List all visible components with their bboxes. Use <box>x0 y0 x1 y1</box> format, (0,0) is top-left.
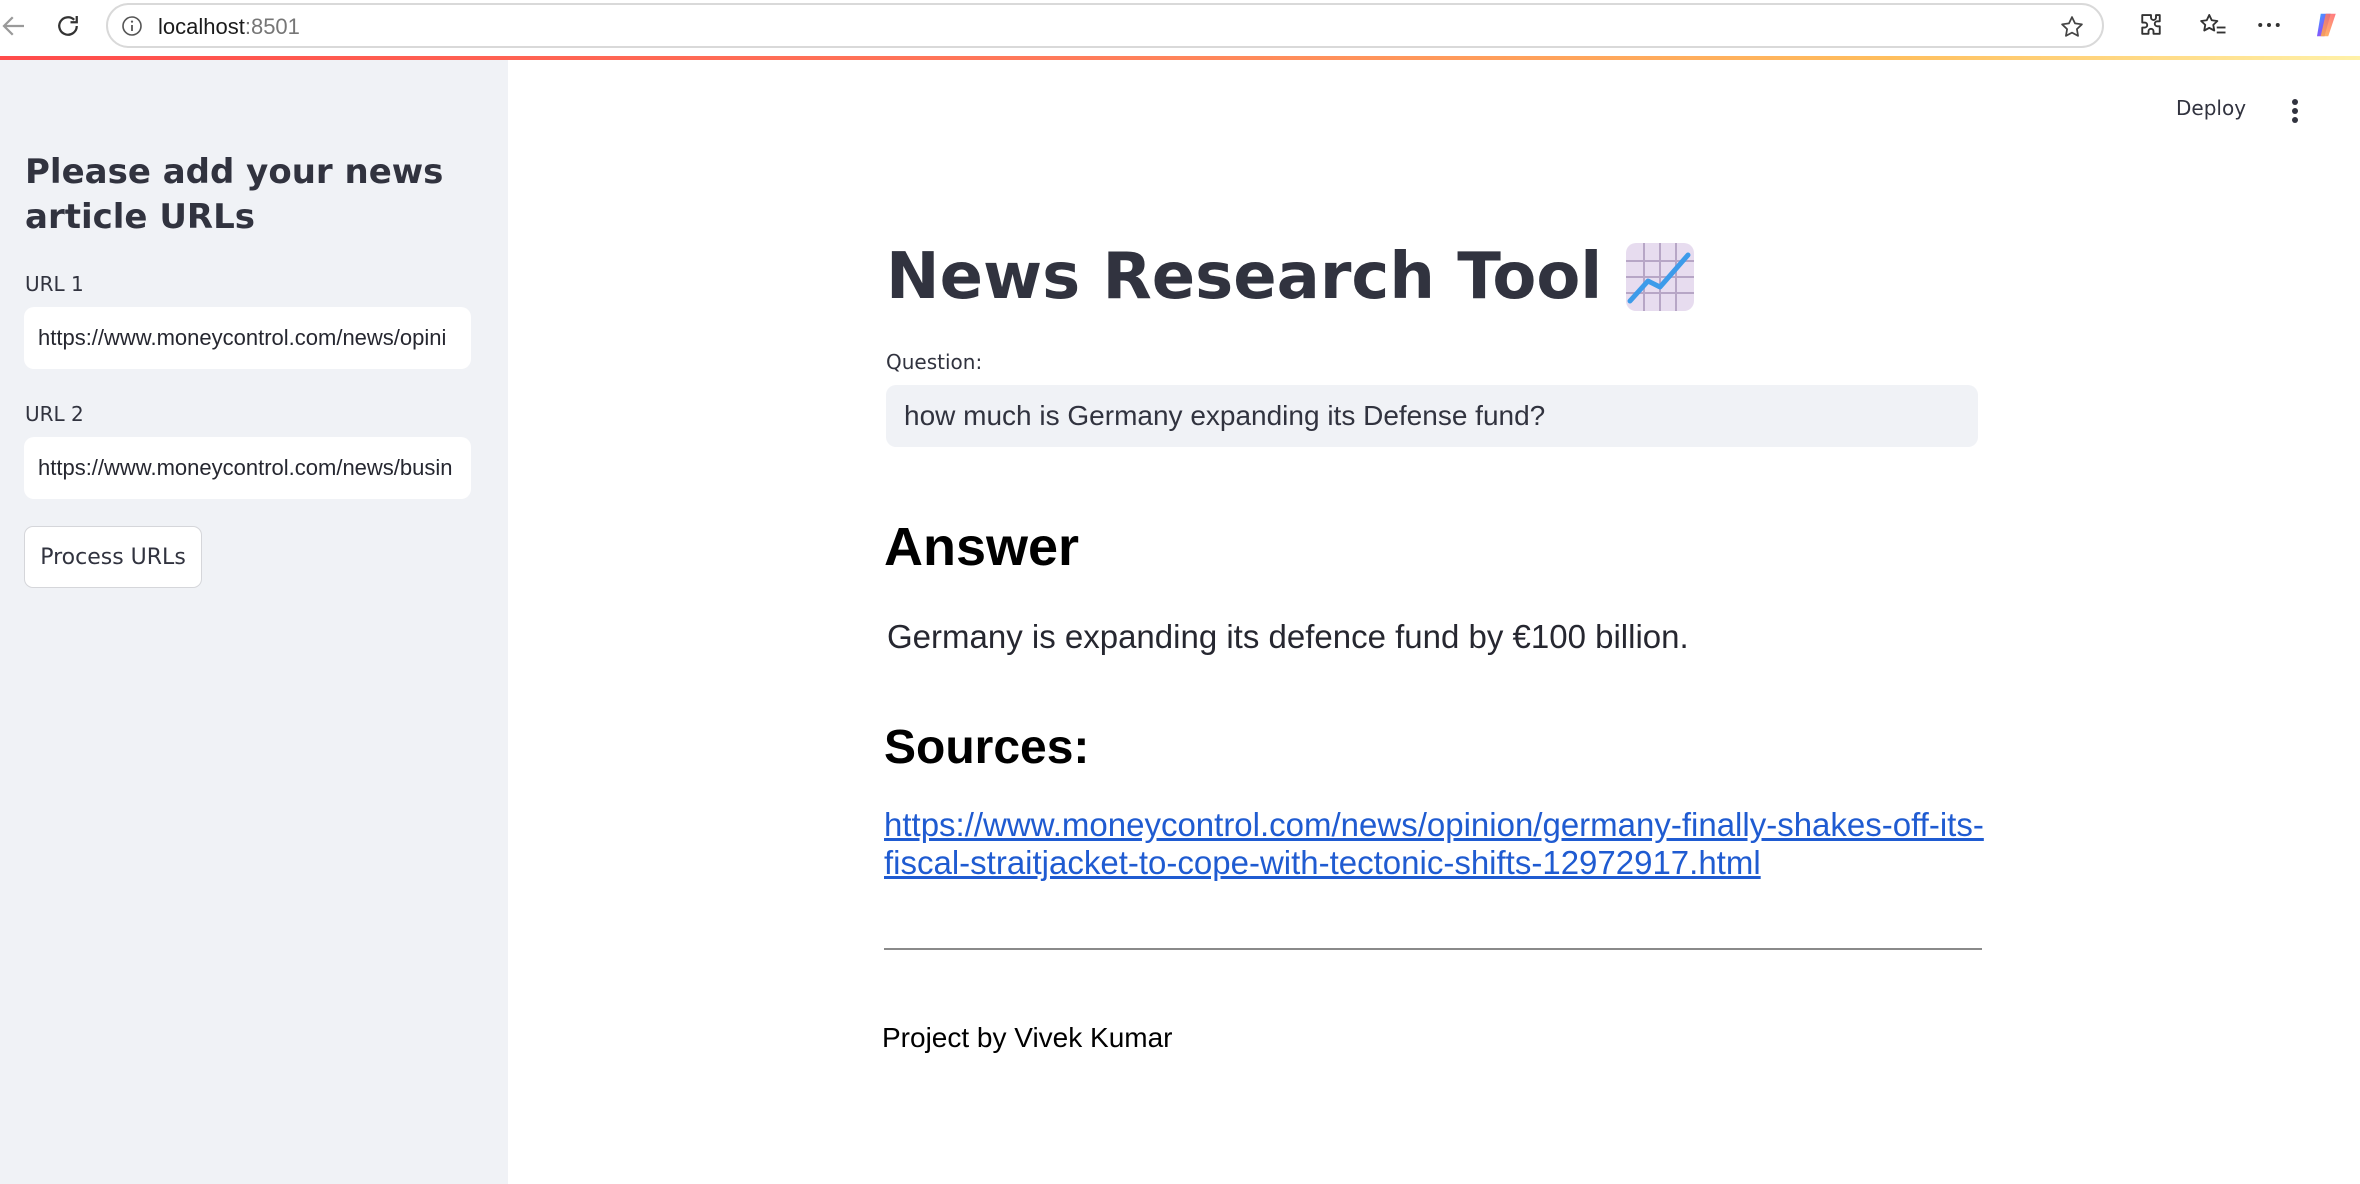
divider <box>884 948 1982 950</box>
vertical-ellipsis-icon[interactable] <box>2280 96 2310 126</box>
url1-label: URL 1 <box>25 272 84 296</box>
question-input[interactable] <box>886 385 1978 447</box>
browser-toolbar: localhost:8501 <box>0 0 2360 54</box>
url-text[interactable]: localhost:8501 <box>158 14 300 40</box>
question-label: Question: <box>886 350 983 374</box>
answer-text: Germany is expanding its defence fund by… <box>887 618 1689 655</box>
url-host: localhost <box>158 14 245 39</box>
url-port: :8501 <box>244 14 300 39</box>
page-title: News Research Tool <box>886 232 1696 322</box>
question-field[interactable] <box>886 385 1978 447</box>
answer-heading: Answer <box>884 517 1080 577</box>
reload-icon[interactable] <box>48 6 88 46</box>
favorite-star-icon[interactable] <box>2058 13 2086 41</box>
source-link[interactable]: https://www.moneycontrol.com/news/opinio… <box>884 806 1984 882</box>
url2-input[interactable] <box>24 437 471 499</box>
url1-input[interactable] <box>24 307 471 369</box>
favorites-list-icon[interactable] <box>2196 8 2230 42</box>
copilot-icon[interactable] <box>2310 8 2344 42</box>
deploy-button[interactable]: Deploy <box>2176 96 2246 126</box>
page-title-text: News Research Tool <box>886 240 1603 314</box>
address-bar[interactable]: localhost:8501 <box>106 3 2104 48</box>
url2-label: URL 2 <box>25 402 84 426</box>
sources-heading: Sources: <box>884 721 1090 774</box>
back-arrow-icon[interactable] <box>0 6 34 46</box>
chart-increasing-icon <box>1626 243 1695 311</box>
site-info-icon[interactable] <box>120 14 144 38</box>
process-urls-button[interactable]: Process URLs <box>24 526 202 588</box>
extensions-icon[interactable] <box>2134 8 2168 42</box>
url2-field[interactable] <box>24 437 471 499</box>
footer-credit: Project by Vivek Kumar <box>882 1022 1173 1053</box>
sidebar-heading: Please add your news article URLs <box>25 152 444 237</box>
url1-field[interactable] <box>24 307 471 369</box>
more-options-icon[interactable] <box>2252 8 2286 42</box>
